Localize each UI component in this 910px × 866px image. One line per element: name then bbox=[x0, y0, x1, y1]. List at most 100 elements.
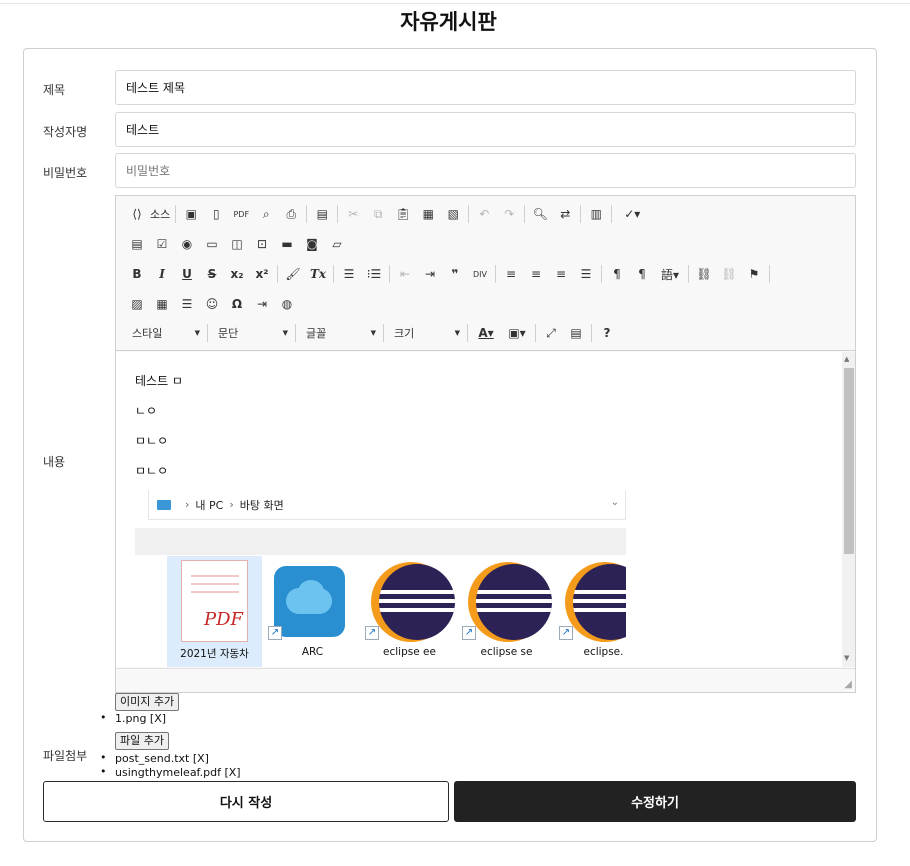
title-input[interactable] bbox=[115, 70, 856, 105]
toolbar-separator bbox=[580, 205, 582, 223]
image-attachment-item[interactable]: 1.png [X] bbox=[100, 711, 166, 726]
underline-icon[interactable]: U bbox=[176, 263, 198, 285]
file-attachment-item[interactable]: post_send.txt [X] bbox=[100, 751, 241, 766]
show-blocks-icon[interactable]: ▤ bbox=[565, 322, 587, 344]
style-combo[interactable]: 스타일 ▼ bbox=[126, 323, 206, 343]
embedded-screenshot-image[interactable]: › 내 PC › 바탕 화면 ⌄ PDF 2021년 자동차 ↗ ARC ↗ e… bbox=[135, 490, 626, 667]
superscript-icon[interactable]: x² bbox=[251, 263, 273, 285]
textarea-icon[interactable]: ◫ bbox=[226, 233, 248, 255]
resize-grip-icon[interactable]: ◢ bbox=[844, 679, 852, 690]
password-input[interactable] bbox=[115, 153, 856, 188]
editor-content[interactable]: 테스트 ㅁ ㄴㅇ ㅁㄴㅇ ㅁㄴㅇ › 내 PC › 바탕 화면 ⌄ PDF 20… bbox=[116, 352, 842, 667]
page-title: 자유게시판 bbox=[400, 10, 497, 34]
align-left-icon[interactable]: ≡ bbox=[500, 263, 522, 285]
justify-icon[interactable]: ☰ bbox=[575, 263, 597, 285]
toolbar-separator bbox=[688, 265, 689, 283]
copy-format-icon[interactable]: 🖌︎ bbox=[282, 263, 304, 285]
toolbar-separator bbox=[535, 324, 536, 342]
save-icon[interactable]: ▣ bbox=[180, 203, 202, 225]
font-combo[interactable]: 글꼴 ▼ bbox=[300, 323, 382, 343]
redo-icon[interactable]: ↷ bbox=[498, 203, 520, 225]
form-icon[interactable]: ▤ bbox=[126, 233, 148, 255]
export-pdf-icon[interactable]: PDF bbox=[230, 203, 252, 225]
title-label: 제목 bbox=[43, 83, 66, 97]
spellcheck-icon[interactable]: ✓▾ bbox=[616, 203, 648, 225]
select-field-icon[interactable]: ⊡ bbox=[251, 233, 273, 255]
cut-icon[interactable]: ✂ bbox=[342, 203, 364, 225]
chevron-right-icon: › bbox=[185, 498, 190, 511]
align-center-icon[interactable]: ≡ bbox=[525, 263, 547, 285]
link-icon[interactable]: ⛓ bbox=[693, 263, 715, 285]
align-right-icon[interactable]: ≡ bbox=[550, 263, 572, 285]
scroll-thumb[interactable] bbox=[844, 368, 854, 554]
rtl-icon[interactable]: ¶ bbox=[631, 263, 653, 285]
scroll-down-icon[interactable]: ▼ bbox=[844, 654, 849, 662]
help-icon[interactable]: ? bbox=[596, 322, 618, 344]
editor-scrollbar[interactable]: ▲ ▼ bbox=[842, 352, 855, 667]
paragraph-combo[interactable]: 문단 ▼ bbox=[212, 323, 294, 343]
smiley-icon[interactable]: ☺ bbox=[201, 293, 223, 315]
unlink-icon[interactable]: ⛓ bbox=[718, 263, 740, 285]
templates-icon[interactable]: ▤ bbox=[311, 203, 333, 225]
author-input[interactable] bbox=[115, 112, 856, 147]
paste-text-icon[interactable]: ▦ bbox=[417, 203, 439, 225]
add-image-button[interactable]: 이미지 추가 bbox=[115, 693, 180, 711]
submit-button[interactable]: 수정하기 bbox=[454, 781, 856, 822]
find-icon[interactable]: 🔍︎ bbox=[529, 203, 551, 225]
add-file-button[interactable]: 파일 추가 bbox=[115, 732, 169, 750]
numbered-list-icon[interactable]: ☰ bbox=[338, 263, 360, 285]
iframe-globe-icon[interactable]: ◍ bbox=[276, 293, 298, 315]
bulleted-list-icon[interactable]: ⁝☰ bbox=[363, 263, 385, 285]
remove-format-icon[interactable]: Tx bbox=[307, 263, 329, 285]
top-divider bbox=[0, 3, 910, 4]
bold-icon[interactable]: B bbox=[126, 263, 148, 285]
content-label: 내용 bbox=[43, 455, 66, 469]
paste-word-icon[interactable]: ▧ bbox=[442, 203, 464, 225]
maximize-icon[interactable]: ⤢ bbox=[540, 322, 562, 344]
editor-toolbar: ⟨⟩ 소스 ▣ ▯ PDF ⌕ ⎙ ▤ ✂ ⧉ 📋︎ ▦ ▧ ↶ ↷ 🔍︎ ⇄ … bbox=[116, 196, 855, 351]
ltr-icon[interactable]: ¶ bbox=[606, 263, 628, 285]
page-break-icon[interactable]: ⇥ bbox=[251, 293, 273, 315]
file-name: ARC bbox=[301, 646, 324, 658]
subscript-icon[interactable]: x₂ bbox=[226, 263, 248, 285]
file-attachment-item[interactable]: usingthymeleaf.pdf [X] bbox=[100, 765, 241, 780]
undo-icon[interactable]: ↶ bbox=[473, 203, 495, 225]
language-icon[interactable]: 語▾ bbox=[656, 263, 684, 285]
checkbox-icon[interactable]: ☑ bbox=[151, 233, 173, 255]
replace-icon[interactable]: ⇄ bbox=[554, 203, 576, 225]
preview-icon[interactable]: ⌕ bbox=[255, 203, 277, 225]
table-icon[interactable]: ▦ bbox=[151, 293, 173, 315]
toolbar-separator bbox=[175, 205, 177, 223]
hidden-field-icon[interactable]: ▱ bbox=[326, 233, 348, 255]
size-combo-label: 크기 bbox=[394, 327, 415, 340]
div-container-icon[interactable]: DIV bbox=[469, 263, 491, 285]
toolbar-separator bbox=[295, 324, 296, 342]
button-field-icon[interactable]: ▬ bbox=[276, 233, 298, 255]
italic-icon[interactable]: I bbox=[151, 263, 173, 285]
anchor-flag-icon[interactable]: ⚑ bbox=[743, 263, 765, 285]
blockquote-icon[interactable]: ❞ bbox=[444, 263, 466, 285]
scroll-up-icon[interactable]: ▲ bbox=[844, 355, 849, 363]
size-combo[interactable]: 크기 ▼ bbox=[388, 323, 466, 343]
select-all-icon[interactable]: ▥ bbox=[585, 203, 607, 225]
horizontal-line-icon[interactable]: ☰ bbox=[176, 293, 198, 315]
image-icon[interactable]: ▨ bbox=[126, 293, 148, 315]
strike-icon[interactable]: S bbox=[201, 263, 223, 285]
indent-icon[interactable]: ⇥ bbox=[419, 263, 441, 285]
radio-icon[interactable]: ◉ bbox=[176, 233, 198, 255]
source-button[interactable]: ⟨⟩ 소스 bbox=[126, 203, 170, 225]
text-field-icon[interactable]: ▭ bbox=[201, 233, 223, 255]
toolbar-separator bbox=[591, 324, 592, 342]
special-char-icon[interactable]: Ω bbox=[226, 293, 248, 315]
reset-button[interactable]: 다시 작성 bbox=[43, 781, 449, 822]
paste-icon[interactable]: 📋︎ bbox=[392, 203, 414, 225]
outdent-icon[interactable]: ⇤ bbox=[394, 263, 416, 285]
background-color-icon[interactable]: ▣▾ bbox=[503, 322, 531, 344]
print-icon[interactable]: ⎙ bbox=[280, 203, 302, 225]
text-color-icon[interactable]: A▾ bbox=[472, 322, 500, 344]
toolbar-row-insert: ▨ ▦ ☰ ☺ Ω ⇥ ◍ bbox=[126, 292, 301, 316]
new-page-icon[interactable]: ▯ bbox=[205, 203, 227, 225]
copy-icon[interactable]: ⧉ bbox=[367, 203, 389, 225]
eclipse-icon bbox=[371, 562, 455, 642]
image-button-icon[interactable]: ◙ bbox=[301, 233, 323, 255]
